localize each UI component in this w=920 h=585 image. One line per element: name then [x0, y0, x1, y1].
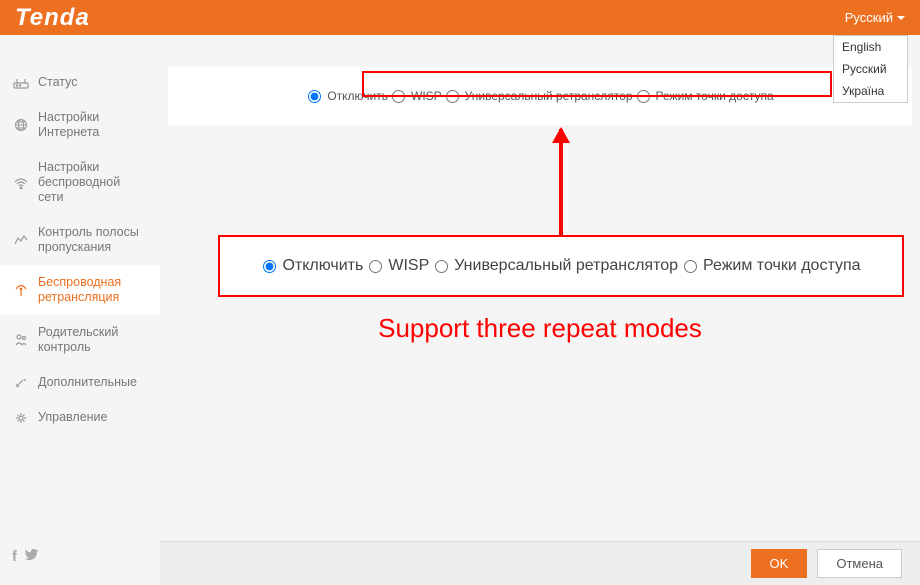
radio-label: Универсальный ретранслятор: [454, 257, 678, 275]
antenna-icon: [12, 283, 30, 297]
sidebar-item-repeater[interactable]: Беспроводная ретрансляция: [0, 265, 160, 315]
mode-option-wisp[interactable]: WISP: [390, 89, 442, 103]
tools-icon: [12, 376, 30, 390]
logo: Tenda: [15, 4, 90, 32]
mode-option-disable[interactable]: Отключить: [261, 257, 363, 275]
language-option[interactable]: Україна: [834, 80, 907, 102]
radio-input[interactable]: [263, 260, 276, 273]
language-dropdown: English Русский Україна: [833, 35, 908, 103]
radio-input[interactable]: [369, 260, 382, 273]
mode-radio-group-zoom: Отключить WISP Универсальный ретранслято…: [236, 257, 886, 275]
annotation-text: Support three repeat modes: [168, 313, 912, 344]
header-bar: Tenda Русский: [0, 0, 920, 35]
twitter-icon[interactable]: [25, 548, 39, 565]
sidebar-item-label: Дополнительные: [38, 375, 137, 390]
annotation-arrow: [559, 129, 563, 235]
sidebar-item-label: Управление: [38, 410, 108, 425]
ok-button[interactable]: OK: [751, 549, 808, 578]
radio-input[interactable]: [684, 260, 697, 273]
gear-icon: [12, 411, 30, 425]
radio-label: Универсальный ретранслятор: [465, 89, 633, 103]
radio-label: Режим точки доступа: [656, 89, 774, 103]
bandwidth-icon: [12, 233, 30, 247]
sidebar: Статус Настройки Интернета Настройки бес…: [0, 35, 160, 585]
sidebar-item-advanced[interactable]: Дополнительные: [0, 365, 160, 400]
radio-input[interactable]: [637, 90, 650, 103]
footer-bar: OK Отмена: [160, 541, 920, 585]
radio-label: WISP: [388, 257, 429, 275]
radio-input[interactable]: [435, 260, 448, 273]
sidebar-item-wireless[interactable]: Настройки беспроводной сети: [0, 150, 160, 215]
cancel-button[interactable]: Отмена: [817, 549, 902, 578]
mode-option-wisp[interactable]: WISP: [367, 257, 429, 275]
sidebar-footer: f: [0, 538, 160, 585]
radio-input[interactable]: [446, 90, 459, 103]
language-selector[interactable]: Русский: [845, 10, 905, 25]
radio-label: Режим точки доступа: [703, 257, 861, 275]
sidebar-item-parental[interactable]: Родительский контроль: [0, 315, 160, 365]
sidebar-item-label: Статус: [38, 75, 78, 90]
sidebar-item-label: Родительский контроль: [38, 325, 148, 355]
sidebar-item-label: Настройки Интернета: [38, 110, 148, 140]
radio-label: Отключить: [327, 89, 388, 103]
sidebar-item-status[interactable]: Статус: [0, 65, 160, 100]
sidebar-item-management[interactable]: Управление: [0, 400, 160, 435]
sidebar-item-label: Настройки беспроводной сети: [38, 160, 148, 205]
globe-icon: [12, 118, 30, 132]
sidebar-item-label: Контроль полосы пропускания: [38, 225, 148, 255]
sidebar-item-label: Беспроводная ретрансляция: [38, 275, 148, 305]
router-icon: [12, 76, 30, 90]
wifi-icon: [12, 176, 30, 190]
sidebar-item-internet[interactable]: Настройки Интернета: [0, 100, 160, 150]
annotation-zoom-box: Отключить WISP Универсальный ретранслято…: [218, 235, 904, 297]
radio-label: Отключить: [282, 257, 363, 275]
mode-option-ap[interactable]: Режим точки доступа: [635, 89, 774, 103]
language-option[interactable]: Русский: [834, 58, 907, 80]
language-current: Русский: [845, 10, 893, 25]
radio-label: WISP: [411, 89, 442, 103]
mode-option-universal[interactable]: Универсальный ретранслятор: [433, 257, 678, 275]
chevron-down-icon: [897, 16, 905, 20]
main-content: Отключить WISP Универсальный ретранслято…: [160, 35, 920, 585]
mode-card: Отключить WISP Универсальный ретранслято…: [168, 67, 912, 125]
language-option[interactable]: English: [834, 36, 907, 58]
facebook-icon[interactable]: f: [12, 548, 17, 565]
mode-radio-group: Отключить WISP Универсальный ретранслято…: [198, 89, 882, 103]
mode-option-universal[interactable]: Универсальный ретранслятор: [444, 89, 633, 103]
mode-option-disable[interactable]: Отключить: [306, 89, 388, 103]
mode-option-ap[interactable]: Режим точки доступа: [682, 257, 861, 275]
radio-input[interactable]: [308, 90, 321, 103]
radio-input[interactable]: [392, 90, 405, 103]
parental-icon: [12, 333, 30, 347]
sidebar-item-bandwidth[interactable]: Контроль полосы пропускания: [0, 215, 160, 265]
